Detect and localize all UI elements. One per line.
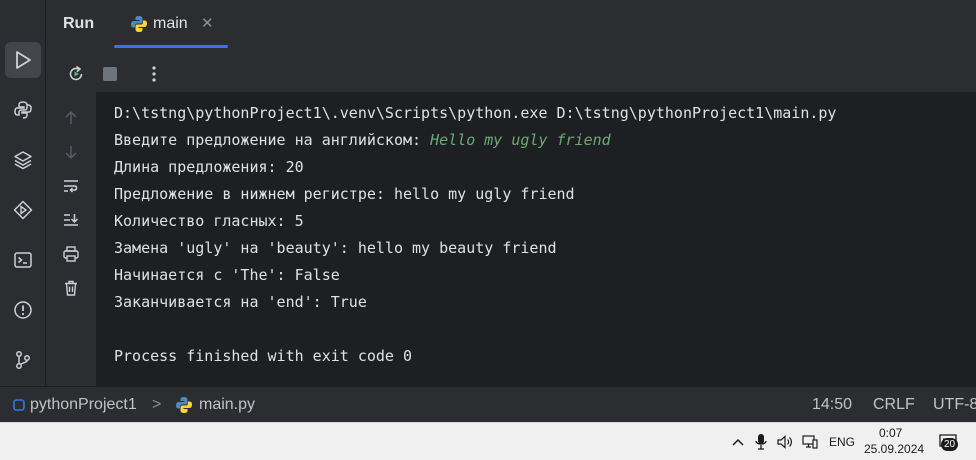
terminal-tool-button[interactable] [5, 242, 41, 278]
console-line: Предложение в нижнем регистре: hello my … [114, 185, 575, 203]
run-toolbar [46, 56, 976, 90]
tab-main-label: main [153, 15, 188, 32]
notifications-button[interactable]: 20 [934, 433, 962, 451]
scroll-to-end-button[interactable] [59, 208, 83, 232]
run-icon [16, 51, 31, 69]
console-line: Process finished with exit code 0 [114, 347, 413, 365]
print-button[interactable] [59, 242, 83, 266]
problems-icon [14, 301, 32, 319]
scroll-up-button[interactable] [59, 106, 83, 130]
console-line: Начинается с 'The': False [114, 266, 340, 284]
problems-tool-button[interactable] [5, 292, 41, 328]
clear-all-button[interactable] [59, 276, 83, 300]
printer-icon [63, 246, 79, 262]
caret-position[interactable]: 14:50 [812, 396, 852, 414]
close-icon[interactable]: ✕ [201, 14, 214, 32]
rerun-icon [69, 65, 83, 81]
more-vertical-icon [152, 66, 156, 82]
clock-time[interactable]: 0:07 [879, 426, 902, 440]
more-options-button[interactable] [142, 62, 166, 86]
console-line: Количество гласных: 5 [114, 212, 304, 230]
console-line: D:\tstng\pythonProject1\.venv\Scripts\py… [114, 104, 837, 122]
tab-main[interactable]: main ✕ [114, 0, 228, 48]
breadcrumb-separator: > [152, 396, 162, 413]
network-icon [802, 435, 818, 449]
show-hidden-icons-button[interactable] [729, 433, 747, 451]
console-line: Заканчивается на 'end': True [114, 293, 367, 311]
run-tool-window: Run main ✕ D:\tstng\pythonProject1\.venv… [46, 0, 976, 386]
run-tool-button[interactable] [5, 42, 41, 78]
soft-wrap-button[interactable] [59, 174, 83, 198]
terminal-icon [14, 252, 32, 268]
network-button[interactable] [801, 433, 819, 451]
microphone-button[interactable] [752, 433, 770, 451]
python-file-icon [176, 397, 192, 413]
notification-count-badge: 20 [941, 438, 959, 451]
rerun-button[interactable] [64, 62, 88, 86]
line-separator[interactable]: CRLF [873, 396, 915, 414]
breadcrumb-file[interactable]: main.py [199, 396, 255, 414]
windows-taskbar: ENG 0:07 25.09.2024 20 [0, 422, 976, 460]
run-window-title: Run [63, 15, 95, 32]
module-icon [13, 399, 25, 411]
user-input-text: Hello my ugly friend [430, 131, 611, 149]
trash-icon [65, 280, 77, 296]
services-icon [13, 200, 33, 220]
console-output[interactable]: D:\tstng\pythonProject1\.venv\Scripts\py… [96, 92, 976, 386]
tool-window-strip [0, 0, 46, 386]
arrow-up-icon [65, 110, 77, 124]
console-actions-gutter [46, 92, 96, 386]
arrow-down-icon [65, 146, 77, 160]
python-icon [14, 101, 32, 119]
input-language[interactable]: ENG [829, 435, 855, 449]
layers-icon [14, 151, 32, 170]
console-line: Замена 'ugly' на 'beauty': hello my beau… [114, 239, 557, 257]
microphone-icon [755, 434, 767, 450]
volume-button[interactable] [776, 433, 794, 451]
soft-wrap-icon [64, 180, 78, 193]
python-console-tool-button[interactable] [5, 92, 41, 128]
stop-button[interactable] [98, 62, 122, 86]
services-tool-button[interactable] [5, 192, 41, 228]
python-file-icon [131, 16, 147, 32]
speaker-icon [777, 435, 792, 449]
status-bar: pythonProject1 > main.py 14:50 CRLF UTF-… [0, 386, 976, 422]
console-line: Длина предложения: 20 [114, 158, 304, 176]
git-tool-button[interactable] [5, 342, 41, 378]
packages-tool-button[interactable] [5, 142, 41, 178]
clock-date[interactable]: 25.09.2024 [864, 442, 924, 456]
git-branch-icon [16, 351, 30, 369]
scroll-down-button[interactable] [59, 140, 83, 164]
stop-icon [103, 67, 117, 81]
console-line: Введите предложение на английском: Hello… [114, 131, 611, 149]
scroll-to-end-icon [64, 214, 79, 226]
breadcrumb-project[interactable]: pythonProject1 [30, 396, 137, 414]
active-tab-indicator [114, 45, 228, 48]
file-encoding[interactable]: UTF-8 [933, 396, 976, 414]
chevron-up-icon [732, 438, 744, 446]
